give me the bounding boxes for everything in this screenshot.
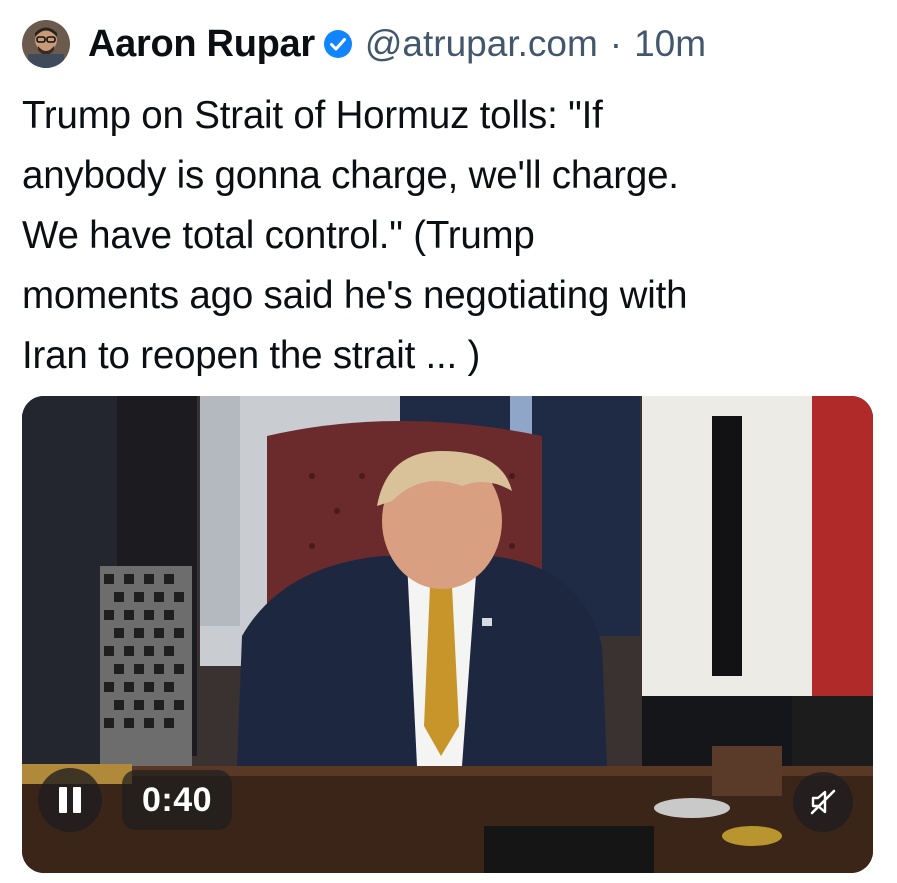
author-handle[interactable]: @atrupar.com: [365, 23, 598, 65]
pause-icon: [73, 787, 81, 813]
post-text-line: We have total control." (Trump: [22, 214, 535, 257]
post-text-line: Trump on Strait of Hormuz tolls: "If: [22, 94, 603, 137]
post-text-line: anybody is gonna charge, we'll charge.: [22, 154, 679, 197]
video-elapsed-time: 0:40: [122, 770, 233, 830]
speaker-muted-icon: [810, 789, 836, 815]
post-text-line: Iran to reopen the strait ... ): [22, 334, 481, 377]
avatar[interactable]: [22, 20, 70, 68]
pause-button[interactable]: [38, 768, 102, 832]
mute-button[interactable]: [793, 772, 853, 832]
verified-badge-icon: [323, 29, 353, 59]
author-name[interactable]: Aaron Rupar: [88, 23, 315, 66]
post-text-line: moments ago said he's negotiating with: [22, 274, 688, 317]
pause-icon: [59, 787, 67, 813]
meta-separator: ·: [609, 23, 623, 64]
post-text: Trump on Strait of Hormuz tolls: "If any…: [22, 86, 882, 386]
post-header: Aaron Rupar @atrupar.com · 10m: [22, 18, 706, 70]
video-player[interactable]: 0:40: [22, 396, 873, 873]
post-timestamp[interactable]: 10m: [634, 23, 706, 65]
avatar-image: [22, 20, 70, 68]
post-card[interactable]: Aaron Rupar @atrupar.com · 10m Trump on …: [0, 0, 897, 883]
